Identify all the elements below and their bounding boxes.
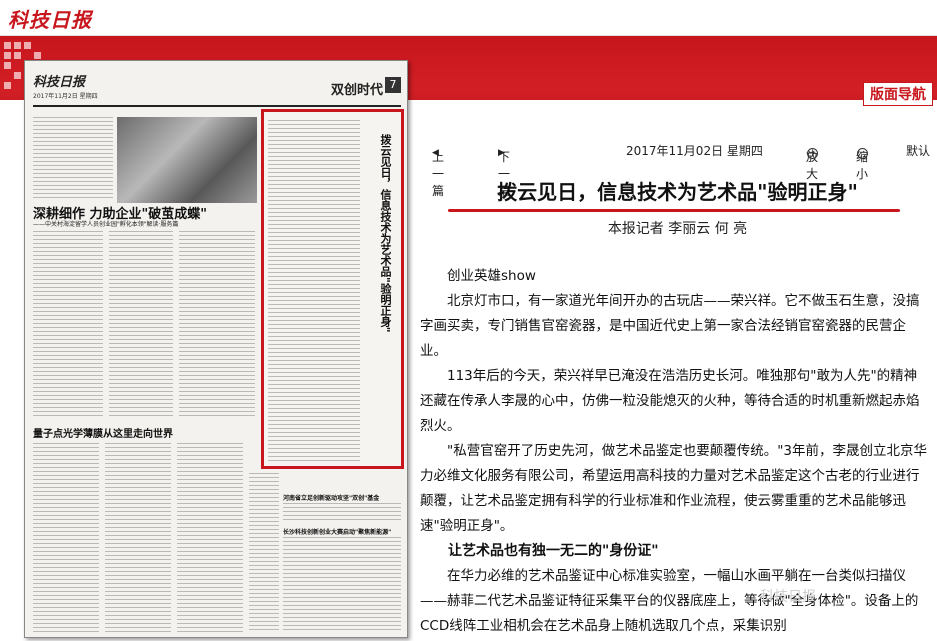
article-subheading: 让艺术品也有独一无二的"身份证" bbox=[448, 543, 659, 559]
article-body: 创业英雄show 北京灯市口，有一家道光年间开办的古玩店——荣兴祥。它不做玉石生… bbox=[420, 264, 928, 639]
paper-date: 2017年11月2日 星期四 bbox=[33, 93, 98, 100]
site-logo[interactable]: 科技日报 bbox=[8, 4, 92, 33]
article-title: 拨云见日，信息技术为艺术品"验明正身" bbox=[497, 180, 858, 204]
article-paragraph: 在华力必维的艺术品鉴证中心标准实验室，一幅山水画平躺在一台类似扫描仪——赫菲二代… bbox=[420, 568, 919, 634]
newspaper-page-thumbnail[interactable]: 科技日报 2017年11月2日 星期四 双创时代 7 深耕细作 力助企业"破茧成… bbox=[24, 60, 408, 638]
plus-circle-icon: + bbox=[807, 148, 818, 159]
article-text-block bbox=[268, 120, 360, 462]
paper-headline-bottom[interactable]: 量子点光学薄膜从这里走向世界 bbox=[33, 425, 173, 440]
article-text-block[interactable] bbox=[33, 443, 99, 633]
triangle-right-icon: ▶ bbox=[498, 148, 505, 158]
minus-circle-icon: − bbox=[857, 148, 868, 159]
article-paragraph: 113年后的今天，荣兴祥早已淹没在浩浩历史长河。唯独那句"敢为人先"的精神还藏在… bbox=[420, 368, 920, 434]
article-toolbar: ◀ 上一篇 下一篇 ▶ 2017年11月02日 星期四 放大 + 缩小 − 默认 bbox=[418, 136, 937, 198]
article-text-block[interactable] bbox=[33, 231, 103, 417]
article-text-block[interactable] bbox=[283, 503, 401, 523]
article-paragraph: 北京灯市口，有一家道光年间开办的古玩店——荣兴祥。它不做玉石生意，没搞字画买卖，… bbox=[420, 293, 920, 359]
selected-article-highlight[interactable]: 拨云见日，信息技术为艺术品"验明正身" bbox=[261, 109, 404, 469]
page-navigation-button[interactable]: 版面导航 bbox=[863, 82, 933, 106]
paper-section-name: 双创时代 bbox=[330, 83, 383, 98]
top-bar: 科技日报 bbox=[0, 0, 937, 36]
issue-date: 2017年11月02日 星期四 bbox=[626, 144, 763, 158]
article-byline: 本报记者 李丽云 何 亮 bbox=[607, 221, 748, 237]
title-underline bbox=[448, 209, 900, 212]
zoom-default-button[interactable]: 默认 bbox=[906, 142, 930, 159]
article-text-block[interactable] bbox=[33, 117, 113, 201]
paper-headline-right-2[interactable]: 长沙科技创新创业大赛启动"聚焦新能源" bbox=[283, 527, 391, 536]
selected-article-vertical-title: 拨云见日，信息技术为艺术品"验明正身" bbox=[379, 134, 392, 333]
article-panel: ◀ 上一篇 下一篇 ▶ 2017年11月02日 星期四 放大 + 缩小 − 默认 拨云见… bbox=[418, 136, 937, 641]
article-text-block[interactable] bbox=[249, 473, 279, 633]
article-text-block[interactable] bbox=[105, 443, 171, 633]
article-text-block[interactable] bbox=[109, 231, 173, 417]
article-text-block[interactable] bbox=[177, 443, 243, 633]
paper-page-number: 7 bbox=[385, 77, 401, 93]
article-text-block[interactable] bbox=[179, 231, 255, 417]
paper-logo: 科技日报 bbox=[33, 75, 86, 90]
paper-photo[interactable] bbox=[117, 117, 257, 203]
article-column-name: 创业英雄show bbox=[447, 268, 536, 284]
article-paragraph: "私营官窑开了历史先河，做艺术品鉴定也要颠覆传统。"3年前，李晟创立北京华力必维… bbox=[420, 443, 928, 534]
watermark: 科技日报 bbox=[760, 589, 816, 605]
paper-headline-main-sub: ——中关村海淀留学人员创业园"孵化本领"解读·服务篇 bbox=[33, 221, 179, 228]
paper-header: 科技日报 2017年11月2日 星期四 双创时代 7 bbox=[33, 67, 401, 107]
article-text-block[interactable] bbox=[283, 537, 401, 633]
paper-headline-right-1[interactable]: 河南省立足创新驱动攻坚"双创"基金 bbox=[283, 493, 379, 502]
